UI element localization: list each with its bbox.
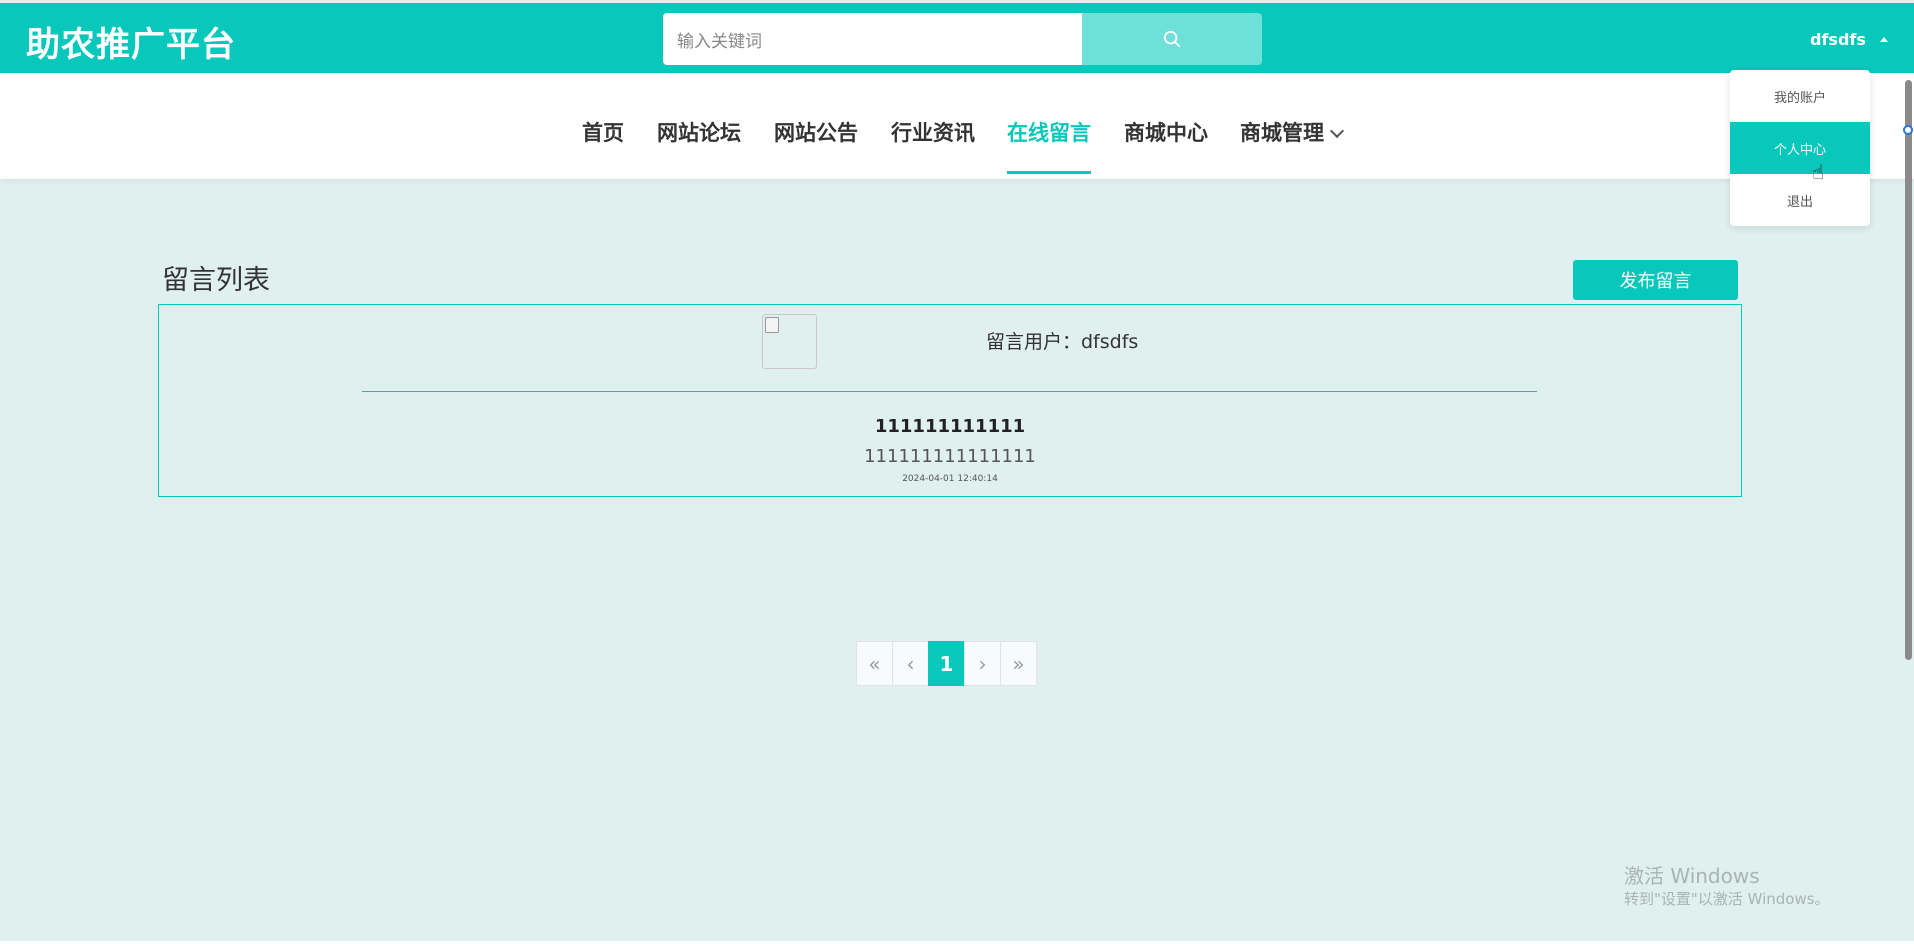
nav-item-mall-management[interactable]: 商城管理 bbox=[1240, 117, 1345, 147]
message-content: 111111111111111 bbox=[864, 446, 1036, 467]
dropdown-item-logout[interactable]: 退出 bbox=[1730, 174, 1870, 226]
nav-item-mall-center[interactable]: 商城中心 bbox=[1124, 117, 1208, 147]
nav-item-home[interactable]: 首页 bbox=[582, 117, 624, 147]
chevron-down-icon bbox=[1329, 123, 1345, 139]
nav-item-online-message[interactable]: 在线留言 bbox=[1007, 117, 1091, 147]
message-card bbox=[158, 304, 1742, 497]
avatar bbox=[762, 314, 817, 369]
nav-item-forum[interactable]: 网站论坛 bbox=[657, 117, 741, 147]
windows-activation-hint: 转到"设置"以激活 Windows。 bbox=[1624, 890, 1830, 908]
nav-item-mall-management-label: 商城管理 bbox=[1240, 121, 1324, 145]
message-title: 111111111111 bbox=[874, 416, 1026, 437]
windows-activation-title: 激活 Windows bbox=[1624, 864, 1760, 888]
main-nav: 首页 网站论坛 网站公告 行业资讯 在线留言 商城中心 商城管理 bbox=[0, 73, 1914, 179]
pagination-last[interactable]: » bbox=[1000, 641, 1037, 686]
broken-image-icon bbox=[765, 317, 779, 333]
pagination-next[interactable]: › bbox=[964, 641, 1001, 686]
message-user: 留言用户：dfsdfs bbox=[986, 331, 1139, 353]
pagination-first[interactable]: « bbox=[856, 641, 893, 686]
search-button[interactable] bbox=[1082, 13, 1262, 65]
message-timestamp: 2024-04-01 12:40:14 bbox=[902, 474, 998, 484]
pagination-prev[interactable]: ‹ bbox=[892, 641, 929, 686]
nav-item-industry-news[interactable]: 行业资讯 bbox=[891, 117, 975, 147]
search-input[interactable]: 输入关键词 bbox=[663, 13, 1082, 65]
nav-active-indicator bbox=[1007, 171, 1091, 174]
card-divider bbox=[362, 391, 1537, 392]
caret-up-icon[interactable] bbox=[1880, 37, 1888, 42]
top-header: 助农推广平台 输入关键词 dfsdfs bbox=[0, 3, 1914, 73]
hand-cursor-icon: ☝ bbox=[1812, 160, 1825, 184]
site-logo[interactable]: 助农推广平台 bbox=[26, 17, 236, 66]
scroll-indicator bbox=[1903, 125, 1913, 135]
user-menu-toggle[interactable]: dfsdfs bbox=[1810, 30, 1866, 49]
user-dropdown-menu: 我的账户 个人中心 退出 bbox=[1730, 70, 1870, 226]
pagination: « ‹ 1 › » bbox=[856, 641, 1037, 686]
scrollbar-thumb[interactable] bbox=[1905, 80, 1912, 660]
pagination-page-current[interactable]: 1 bbox=[928, 641, 965, 686]
nav-item-announcements[interactable]: 网站公告 bbox=[774, 117, 858, 147]
publish-message-button[interactable]: 发布留言 bbox=[1573, 260, 1738, 300]
search-placeholder: 输入关键词 bbox=[677, 31, 762, 52]
search-icon bbox=[1163, 30, 1181, 48]
dropdown-item-personal-center[interactable]: 个人中心 bbox=[1730, 122, 1870, 174]
dropdown-item-my-account[interactable]: 我的账户 bbox=[1730, 70, 1870, 122]
page-title: 留言列表 bbox=[162, 265, 270, 296]
